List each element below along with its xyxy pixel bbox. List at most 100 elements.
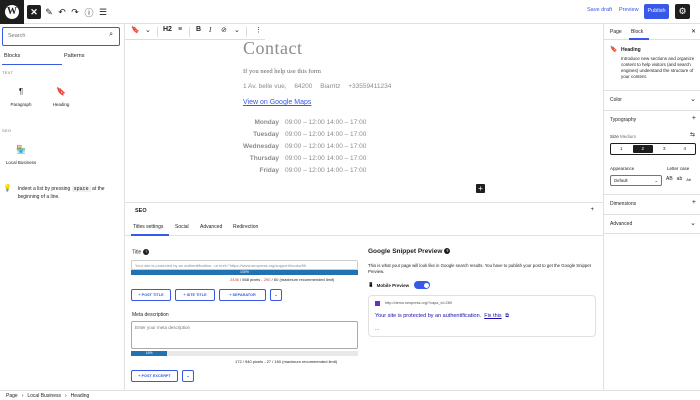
site-title-tag-button[interactable]: + SITE TITLE <box>175 289 215 301</box>
bold-button[interactable]: B <box>196 26 201 33</box>
phone-number: +33559411234 <box>348 83 392 90</box>
tab-advanced[interactable]: Advanced <box>200 224 222 230</box>
hours-time: 09:00 – 12:00 14:00 – 17:00 <box>285 131 367 138</box>
add-block-button[interactable]: + <box>476 184 485 193</box>
page-title[interactable]: Contact <box>243 38 303 59</box>
category-label-seo: SEO <box>2 128 12 133</box>
hours-row: Wednesday 09:00 – 12:00 14:00 – 17:00 <box>243 141 366 153</box>
close-inserter-button[interactable]: ✕ <box>27 5 41 19</box>
plus-icon: + <box>691 199 696 206</box>
snippet-preview-heading: Google Snippet Preview? <box>368 248 451 255</box>
help-paragraph[interactable]: If you need help use this form <box>243 68 321 75</box>
font-size-option-1[interactable]: 1 <box>611 144 632 154</box>
lowercase-button[interactable]: ab <box>677 176 683 182</box>
help-icon[interactable]: ? <box>143 249 150 255</box>
close-sidebar-button[interactable]: ✕ <box>691 28 696 35</box>
seo-title-input[interactable]: Your site is protected by an authentific… <box>131 260 358 270</box>
tab-page[interactable]: Page <box>610 29 622 35</box>
italic-button[interactable]: I <box>209 26 211 34</box>
link-button[interactable]: ⊘ <box>221 26 227 34</box>
category-label-text: TEXT <box>2 70 14 75</box>
block-options-button[interactable]: ⋮ <box>255 26 262 34</box>
postal-code: 64200 <box>294 83 313 90</box>
google-maps-link[interactable]: View on Google Maps <box>243 99 311 106</box>
tab-redirection[interactable]: Redirection <box>233 224 258 230</box>
block-item-heading[interactable]: 🔖 Heading <box>41 87 81 107</box>
publish-button[interactable]: Publish <box>644 4 669 19</box>
save-draft-button[interactable]: Save draft <box>587 7 612 13</box>
meta-description-textarea[interactable] <box>131 321 358 349</box>
breadcrumb-item-local-business[interactable]: Local Business <box>27 393 61 399</box>
search-input[interactable] <box>3 28 98 44</box>
wordpress-logo-button[interactable]: W <box>0 0 24 24</box>
dimensions-panel-toggle[interactable]: Dimensions + <box>604 194 700 214</box>
block-type-button[interactable]: 🔖 <box>131 26 140 34</box>
color-panel-toggle[interactable]: Color ⌄ <box>604 90 700 110</box>
font-size-option-2[interactable]: 2 <box>632 145 653 153</box>
font-size-option-4[interactable]: 4 <box>675 144 696 154</box>
hours-day: Friday <box>259 167 279 174</box>
font-size-settings-button[interactable]: ⇆ <box>690 131 695 138</box>
settings-button[interactable]: ⚙ <box>675 4 690 19</box>
chevron-down-icon: ⌄ <box>145 27 151 34</box>
block-item-label: Heading <box>52 102 70 107</box>
redo-button[interactable]: ↷ <box>68 5 82 19</box>
more-tags-button[interactable]: ⌄ <box>270 289 282 301</box>
snippet-url: http://demo.seopress.org/?capa_id=289 <box>385 301 453 305</box>
more-formats-button[interactable]: ⌄ <box>234 26 240 34</box>
hours-time: 09:00 – 12:00 14:00 – 17:00 <box>285 119 367 126</box>
mobile-preview-toggle[interactable] <box>414 281 431 289</box>
panel-label: Dimensions <box>610 201 637 207</box>
block-item-paragraph[interactable]: ¶ Paragraph <box>1 87 41 107</box>
tab-social[interactable]: Social <box>175 224 189 230</box>
fix-this-link[interactable]: Fix this <box>484 313 501 319</box>
tab-blocks[interactable]: Blocks <box>2 51 62 65</box>
tools-button[interactable]: ✎ <box>42 5 56 19</box>
more-tags-button[interactable]: ⌄ <box>182 370 194 382</box>
post-title-tag-button[interactable]: + POST TITLE <box>131 289 171 301</box>
heading-level-button[interactable]: H2 <box>163 26 172 33</box>
separator-tag-button[interactable]: + SEPARATOR <box>219 289 266 301</box>
settings-icon: ⇆ <box>689 132 695 138</box>
breadcrumb-item-heading[interactable]: Heading <box>71 393 90 399</box>
store-icon: 🏪 <box>16 145 26 154</box>
tab-patterns[interactable]: Patterns <box>64 51 119 65</box>
preview-button[interactable]: Preview <box>619 7 639 13</box>
align-button[interactable]: ≡ <box>178 26 182 33</box>
align-icon: ≡ <box>178 26 183 33</box>
breadcrumb-separator: › <box>21 393 24 399</box>
top-toolbar: W ✕ ✎ ↶ ↷ ⓘ ☰ Save draft Preview Publish… <box>0 0 700 24</box>
advanced-panel-toggle[interactable]: Advanced ⌄ <box>604 214 700 234</box>
hours-day: Thursday <box>249 155 279 162</box>
sidebar-tabs: Page Block ✕ <box>604 24 700 40</box>
plus-icon: + <box>691 115 696 122</box>
tab-titles-settings[interactable]: Titles settings <box>133 224 163 230</box>
block-item-local-business[interactable]: 🏪 Local Business <box>1 145 41 165</box>
toolbar-divider <box>157 27 158 37</box>
block-card-description: Introduce new sections and organize cont… <box>621 56 695 79</box>
mobile-preview-control: 📱 Mobile Preview <box>368 281 431 289</box>
list-view-button[interactable]: ☰ <box>96 5 110 19</box>
breadcrumb-item-page[interactable]: Page <box>6 393 18 399</box>
appearance-select[interactable]: Default ⌄ <box>610 175 662 186</box>
move-button[interactable]: ⌄ <box>145 26 151 34</box>
chevron-down-icon: ⌄ <box>654 178 658 183</box>
panel-label: Advanced <box>610 221 633 227</box>
post-excerpt-tag-button[interactable]: + POST EXCERPT <box>131 370 178 382</box>
snippet-preview-description: This is what your page will look like in… <box>368 263 591 274</box>
close-icon: ✕ <box>690 29 696 35</box>
seo-toggle-button[interactable]: + <box>590 207 594 213</box>
lightbulb-icon: 💡 <box>3 185 12 192</box>
font-size-option-3[interactable]: 3 <box>654 144 675 154</box>
mobile-icon: 📱 <box>368 282 374 287</box>
tab-block[interactable]: Block <box>631 29 643 35</box>
capitalize-button[interactable]: Ab <box>686 177 691 183</box>
hours-day: Wednesday <box>243 143 280 150</box>
uppercase-button[interactable]: AB <box>666 176 673 182</box>
details-button[interactable]: ⓘ <box>82 5 96 19</box>
breadcrumb-separator: › <box>65 393 67 399</box>
undo-button[interactable]: ↶ <box>55 5 69 19</box>
pencil-icon: ✎ <box>45 6 53 17</box>
help-icon[interactable]: ? <box>444 248 451 255</box>
typography-panel-toggle[interactable]: Typography + <box>604 110 700 130</box>
